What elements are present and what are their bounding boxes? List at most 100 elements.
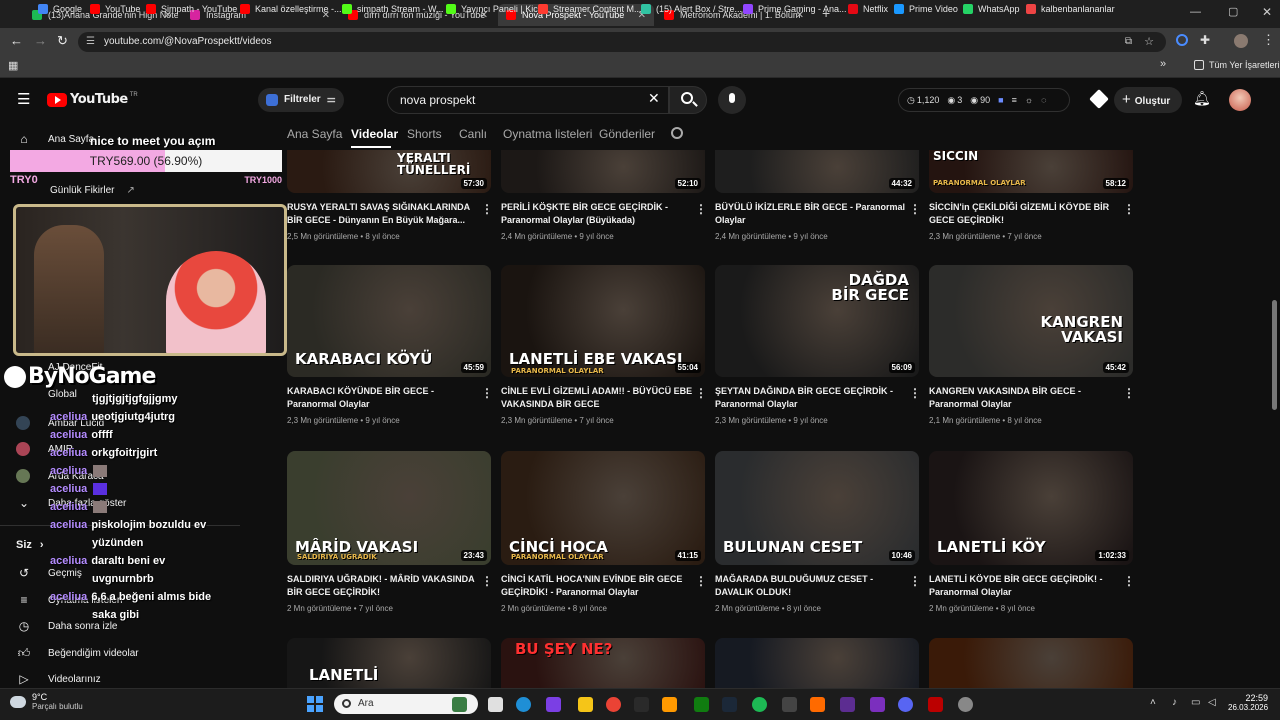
tab-posts[interactable]: Gönderiler: [599, 127, 655, 141]
tab-live[interactable]: Canlı: [459, 127, 487, 141]
video-title[interactable]: PERİLİ KÖŞKTE BİR GECE GEÇİRDİK - Parano…: [501, 201, 693, 227]
video-menu-icon[interactable]: ⋮: [481, 574, 493, 588]
window-close-icon[interactable]: ✕: [1262, 5, 1272, 19]
window-maximize-icon[interactable]: ▢: [1228, 5, 1238, 18]
bookmark-star-icon[interactable]: ☆: [1144, 32, 1154, 52]
install-icon[interactable]: ⧉: [1125, 32, 1132, 52]
widget-icon[interactable]: [452, 697, 467, 712]
app-icon[interactable]: [810, 697, 825, 712]
bookmark-item[interactable]: Prime Gaming - Ana...: [743, 4, 847, 14]
channel-search-icon[interactable]: [671, 127, 683, 139]
bookmark-item[interactable]: Netflix: [848, 4, 888, 14]
capcut-icon[interactable]: [782, 697, 797, 712]
video-thumbnail[interactable]: 44:32: [715, 150, 919, 193]
sidebar-item-watch-later[interactable]: ◷ Daha sonra izle: [16, 619, 118, 633]
bookmark-item[interactable]: Yayıncı Paneli | Kick: [446, 4, 542, 14]
video-thumbnail[interactable]: SİCCİN PARANORMAL OLAYLAR 58:12: [929, 150, 1133, 193]
reload-icon[interactable]: ↻: [57, 33, 68, 49]
video-thumbnail[interactable]: CİNCİ HOCA PARANORMAL OLAYLAR 41:15: [501, 451, 705, 565]
video-menu-icon[interactable]: ⋮: [909, 574, 921, 588]
video-thumbnail[interactable]: BU ŞEY NE?: [501, 638, 705, 688]
search-button[interactable]: [669, 86, 707, 114]
bookmark-item[interactable]: Google: [38, 4, 82, 14]
video-menu-icon[interactable]: ⋮: [481, 386, 493, 400]
notifications-bell-icon[interactable]: 🔔︎: [1193, 90, 1211, 107]
bookmark-item[interactable]: Prime Video: [894, 4, 958, 14]
bookmark-item[interactable]: WhatsApp: [963, 4, 1020, 14]
video-title[interactable]: ŞEYTAN DAĞINDA BİR GECE GEÇİRDİK - Paran…: [715, 385, 907, 411]
xbox-icon[interactable]: [694, 697, 709, 712]
voice-search-button[interactable]: [718, 86, 746, 114]
filters-button[interactable]: Filtreler ⚌: [258, 88, 344, 112]
video-thumbnail[interactable]: 52:10: [501, 150, 705, 193]
tab-shorts[interactable]: Shorts: [407, 127, 442, 141]
bookmarks-overflow-icon[interactable]: »: [1160, 58, 1166, 70]
tray-chevron-icon[interactable]: ˄: [1150, 697, 1156, 708]
video-thumbnail[interactable]: KANGREN VAKASI 45:42: [929, 265, 1133, 377]
forward-icon[interactable]: →: [34, 33, 47, 48]
video-title[interactable]: SALDIRIYA UĞRADIK! - MÂRİD VAKASINDA BİR…: [287, 573, 479, 599]
video-thumbnail[interactable]: LANETLİ: [287, 638, 491, 688]
video-thumbnail[interactable]: [929, 638, 1133, 688]
video-menu-icon[interactable]: ⋮: [695, 574, 707, 588]
video-thumbnail[interactable]: YERALTI TÜNELLERİ 57:30: [287, 150, 491, 193]
back-icon[interactable]: ←: [10, 33, 23, 48]
bookmark-item[interactable]: Simpath - YouTube: [146, 4, 237, 14]
video-title[interactable]: SİCCİN'in ÇEKİLDİĞİ GİZEMLİ KÖYDE BİR GE…: [929, 201, 1121, 227]
video-menu-icon[interactable]: ⋮: [695, 386, 707, 400]
url-input[interactable]: ☰ youtube.com/@NovaProspektt/videos ⧉ ☆: [78, 32, 1166, 52]
app-icon[interactable]: [840, 697, 855, 712]
bookmark-item[interactable]: simpath Stream - W...: [342, 4, 444, 14]
bookmark-item[interactable]: Kanal özelleştirme -...: [240, 4, 342, 14]
window-minimize-icon[interactable]: —: [1190, 6, 1201, 18]
guide-menu-icon[interactable]: ☰: [17, 90, 30, 108]
account-avatar[interactable]: [1229, 89, 1251, 111]
start-button[interactable]: [307, 696, 323, 712]
microphone-tray-icon[interactable]: ♪: [1172, 697, 1177, 708]
video-menu-icon[interactable]: ⋮: [481, 202, 493, 216]
video-title[interactable]: KANGREN VAKASINDA BİR GECE - Paranormal …: [929, 385, 1121, 411]
sidebar-item-ideas[interactable]: Günlük Fikirler ↗: [16, 185, 135, 196]
youtube-logo[interactable]: YouTube TR: [47, 92, 138, 107]
video-thumbnail[interactable]: BULUNAN CESET 10:46: [715, 451, 919, 565]
chrome-icon[interactable]: [606, 697, 621, 712]
epic-games-icon[interactable]: [634, 697, 649, 712]
video-title[interactable]: KARABACI KÖYÜNDE BİR GECE - Paranormal O…: [287, 385, 479, 411]
volume-icon[interactable]: ◁: [1208, 697, 1216, 708]
video-thumbnail[interactable]: MÂRİD VAKASI SALDIRIYA UĞRADIK 23:43: [287, 451, 491, 565]
all-bookmarks[interactable]: Tüm Yer İşaretleri: [1194, 60, 1280, 70]
clear-search-icon[interactable]: ✕: [648, 90, 660, 107]
video-menu-icon[interactable]: ⋮: [1123, 202, 1135, 216]
video-title[interactable]: MAĞARADA BULDUĞUMUZ CESET - DAVALIK OLDU…: [715, 573, 907, 599]
video-thumbnail[interactable]: KARABACI KÖYÜ 45:59: [287, 265, 491, 377]
discord-icon[interactable]: [898, 697, 913, 712]
extension-icon[interactable]: [1176, 34, 1188, 46]
copilot-icon[interactable]: [546, 697, 561, 712]
sidebar-sub-1[interactable]: Global: [16, 389, 77, 400]
tab-home[interactable]: Ana Sayfa: [287, 127, 342, 141]
bookmark-item[interactable]: (15) Alert Box / Stre...: [641, 4, 742, 14]
video-menu-icon[interactable]: ⋮: [695, 202, 707, 216]
video-thumbnail[interactable]: DAĞDA BİR GECE 56:09: [715, 265, 919, 377]
create-button[interactable]: + Oluştur: [1114, 87, 1182, 113]
edge-icon[interactable]: [516, 697, 531, 712]
amazon-icon[interactable]: [662, 697, 677, 712]
video-thumbnail[interactable]: [715, 638, 919, 688]
extension-stats-bar[interactable]: ◷ 1,120 ◉ 3 ◉ 90 ■ ≡ ☼ ◌: [898, 88, 1070, 112]
extensions-puzzle-icon[interactable]: ✚: [1200, 33, 1210, 47]
video-title[interactable]: BÜYÜLÜ İKİZLERLE BİR GECE - Paranormal O…: [715, 201, 907, 227]
video-menu-icon[interactable]: ⋮: [1123, 574, 1135, 588]
weather-widget[interactable]: 9°C Parçalı bulutlu: [10, 692, 83, 711]
profile-avatar[interactable]: [1234, 34, 1248, 48]
tab-videos[interactable]: Videolar: [351, 127, 398, 141]
video-menu-icon[interactable]: ⋮: [909, 202, 921, 216]
search-input[interactable]: nova prospekt: [387, 86, 669, 114]
video-menu-icon[interactable]: ⋮: [1123, 386, 1135, 400]
video-title[interactable]: CİNCİ KATİL HOCA'NIN EVİNDE BİR GECE GEÇ…: [501, 573, 693, 599]
apps-grid-icon[interactable]: ▦: [8, 59, 18, 72]
steam-icon[interactable]: [722, 697, 737, 712]
page-scrollbar[interactable]: [1272, 300, 1277, 410]
bookmark-item[interactable]: YouTube: [90, 4, 140, 14]
bookmark-item[interactable]: Streamer Content M...: [538, 4, 642, 14]
video-thumbnail[interactable]: LANETLİ KÖY 1:02:33: [929, 451, 1133, 565]
